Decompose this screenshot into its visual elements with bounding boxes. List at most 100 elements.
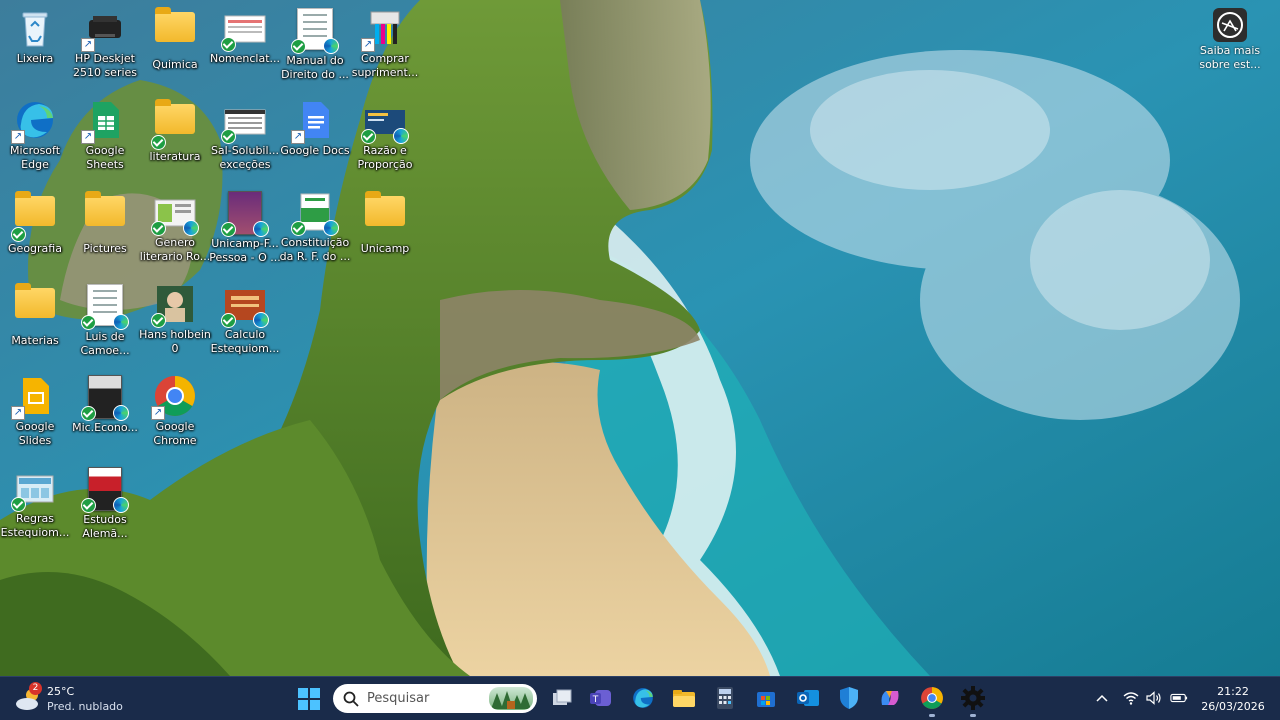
task-view-button[interactable] xyxy=(548,684,576,712)
wifi-button[interactable] xyxy=(1122,689,1140,707)
edge-icon: ↗ xyxy=(11,98,57,144)
desktop-icon-lixeira[interactable]: Lixeira xyxy=(0,6,71,66)
desktop-icon-sal-solubil[interactable]: Sal-Solubil... exceções xyxy=(209,98,281,172)
icon-label: Google Docs xyxy=(280,144,350,157)
copilot-button[interactable] xyxy=(876,684,904,712)
taskbar-search[interactable]: Pesquisar xyxy=(333,684,537,713)
show-hidden-icons-button[interactable] xyxy=(1093,689,1111,707)
icon-label: Calculo Estequiom... xyxy=(210,328,280,355)
desktop-icon-comprar-supriment[interactable]: ↗ Comprar supriment... xyxy=(349,6,421,80)
desktop-icon-quimica[interactable]: Quimica xyxy=(139,6,211,72)
camera-info-icon xyxy=(1213,8,1247,42)
icon-label: Constituição da R. F. do ... xyxy=(279,236,351,263)
copilot-icon xyxy=(881,691,899,705)
spotlight-learn-more[interactable]: Saiba mais sobre est... xyxy=(1197,8,1263,72)
sync-check-icon xyxy=(221,313,236,328)
outlook-button[interactable] xyxy=(794,684,822,712)
file-explorer-button[interactable] xyxy=(670,684,698,712)
sync-check-icon xyxy=(291,221,306,236)
google-docs-icon: ↗ xyxy=(291,98,337,144)
edge-badge-icon xyxy=(393,128,409,144)
edge-badge-icon xyxy=(113,405,129,421)
desktop-icon-estudos-alema[interactable]: Estudos Alemã... xyxy=(69,466,141,541)
sync-check-icon xyxy=(11,497,26,512)
sync-check-icon xyxy=(221,222,236,237)
gear-icon xyxy=(961,686,985,710)
icon-label: Lixeira xyxy=(16,52,54,65)
edge-badge-icon xyxy=(253,312,269,328)
desktop-icon-google-slides[interactable]: ↗ Google Slides xyxy=(0,374,71,448)
volume-button[interactable] xyxy=(1145,689,1163,707)
settings-button[interactable] xyxy=(959,684,987,717)
desktop-icon-unicamp-f[interactable]: Unicamp-F... Pessoa - O ... xyxy=(209,190,281,265)
desktop-icon-calculo-estequiom[interactable]: Calculo Estequiom... xyxy=(209,282,281,356)
desktop-icon-google-chrome[interactable]: ↗ Google Chrome xyxy=(139,374,211,448)
shield-icon xyxy=(840,687,858,709)
desktop-icon-genero-literario[interactable]: Genero literario Ro... xyxy=(139,190,211,264)
desktop-icon-geografia[interactable]: Geografia xyxy=(0,190,71,256)
desktop-icon-materias[interactable]: Materias xyxy=(0,282,71,348)
system-clock[interactable]: 21:22 26/03/2026 xyxy=(1198,684,1268,714)
desktop-icon-luis-de-camoe[interactable]: Luis de Camoe... xyxy=(69,282,141,358)
folder-icon xyxy=(83,191,127,240)
icon-label: Unicamp-F... Pessoa - O ... xyxy=(209,237,281,264)
weather-widget[interactable]: 2 25°C Pred. nublado xyxy=(14,682,124,715)
edge-badge-icon xyxy=(323,220,339,236)
icon-label: Hans holbein 0 xyxy=(139,328,211,355)
shortcut-arrow-icon: ↗ xyxy=(291,130,305,144)
desktop-icon-google-docs[interactable]: ↗ Google Docs xyxy=(279,98,351,158)
desktop-icon-hp-deskjet[interactable]: ↗ HP Deskjet 2510 series xyxy=(69,6,141,80)
recycle-bin-icon xyxy=(13,6,57,50)
desktop-icon-nomenclat[interactable]: Nomenclat... xyxy=(209,6,281,66)
desktop-icon-regras-estequiom[interactable]: Regras Estequiom... xyxy=(0,466,71,540)
desktop-icon-literatura[interactable]: literatura xyxy=(139,98,211,164)
book-icon xyxy=(221,191,269,237)
folder-icon xyxy=(13,283,57,332)
svg-text:T: T xyxy=(592,695,599,705)
battery-button[interactable] xyxy=(1170,689,1188,707)
clock-date: 26/03/2026 xyxy=(1201,700,1265,713)
document-icon xyxy=(151,190,199,236)
desktop-icon-unicamp[interactable]: Unicamp xyxy=(349,190,421,256)
google-sheets-icon: ↗ xyxy=(81,98,127,144)
folder-icon xyxy=(153,7,197,56)
folder-icon xyxy=(151,99,197,150)
icon-label: Google Sheets xyxy=(85,144,125,171)
calculator-button[interactable] xyxy=(711,684,739,712)
icon-label: Nomenclat... xyxy=(209,52,281,65)
desktop-icon-edge[interactable]: ↗ Microsoft Edge xyxy=(0,98,71,172)
icon-label: Mic.Econo... xyxy=(72,421,138,434)
running-indicator xyxy=(929,714,935,717)
image-icon xyxy=(151,282,197,328)
teams-button[interactable]: T xyxy=(587,684,615,712)
document-icon xyxy=(221,282,269,328)
desktop-icon-constituicao[interactable]: Constituição da R. F. do ... xyxy=(279,190,351,264)
icon-label: Razão e Proporção xyxy=(357,144,413,171)
desktop-icon-hans-holbein[interactable]: Hans holbein 0 xyxy=(139,282,211,356)
desktop-icon-pictures[interactable]: Pictures xyxy=(69,190,141,256)
edge-document-icon xyxy=(361,98,409,144)
document-icon xyxy=(221,98,267,144)
defender-button[interactable] xyxy=(835,684,863,712)
desktop-icon-razao-e-proporcao[interactable]: Razão e Proporção xyxy=(349,98,421,172)
sync-check-icon xyxy=(151,135,166,150)
start-button[interactable] xyxy=(297,687,321,711)
clock-time: 21:22 xyxy=(1217,685,1249,698)
teams-icon: T xyxy=(590,690,611,706)
battery-icon xyxy=(1170,693,1188,703)
desktop-icon-manual-do-direito[interactable]: Manual do Direito do ... xyxy=(279,6,351,82)
chrome-taskbar-button[interactable] xyxy=(918,684,946,717)
search-placeholder: Pesquisar xyxy=(367,691,430,706)
edge-badge-icon xyxy=(253,221,269,237)
shortcut-arrow-icon: ↗ xyxy=(11,130,25,144)
shortcut-arrow-icon: ↗ xyxy=(81,130,95,144)
document-icon xyxy=(221,6,267,52)
edge-taskbar-button[interactable] xyxy=(629,684,657,712)
chevron-up-icon xyxy=(1096,694,1108,702)
desktop-icon-google-sheets[interactable]: ↗ Google Sheets xyxy=(69,98,141,172)
icon-label: Estudos Alemã... xyxy=(82,513,128,540)
icon-label: Google Slides xyxy=(15,420,55,447)
microsoft-store-button[interactable] xyxy=(752,684,780,712)
desktop-icon-mic-econo[interactable]: Mic.Econo... xyxy=(69,374,141,435)
store-icon xyxy=(757,692,775,707)
